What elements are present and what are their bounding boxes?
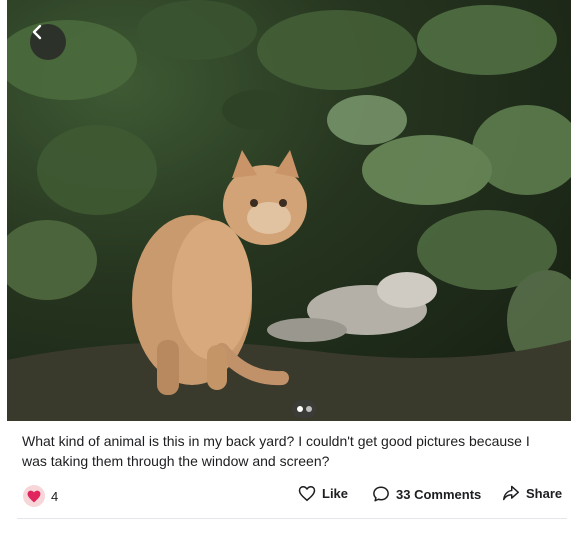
post-actions-bar: 4 Like 33 Comments Share	[0, 482, 571, 512]
post-card: What kind of animal is this in my back y…	[0, 0, 571, 533]
divider	[17, 518, 567, 519]
chevron-left-icon	[32, 24, 42, 40]
pager-dot[interactable]	[305, 406, 312, 412]
reactions-summary[interactable]: 4	[23, 485, 58, 507]
heart-outline-icon	[298, 485, 316, 502]
post-caption: What kind of animal is this in my back y…	[22, 433, 530, 469]
comment-icon	[373, 486, 389, 502]
post-photo[interactable]	[7, 0, 571, 421]
photo-pager[interactable]	[292, 400, 316, 418]
comments-button[interactable]: 33 Comments	[372, 485, 481, 503]
cat-photo-illustration	[7, 0, 571, 421]
share-label: Share	[526, 485, 563, 501]
back-button[interactable]	[30, 24, 66, 60]
share-button[interactable]: Share	[502, 485, 562, 501]
reaction-count: 4	[51, 488, 59, 504]
comments-label: 33 Comments	[396, 486, 482, 502]
like-label: Like	[322, 486, 349, 501]
pager-dot-active[interactable]	[296, 406, 303, 412]
like-button[interactable]: Like	[298, 485, 348, 502]
share-arrow-icon	[502, 485, 519, 501]
heart-icon	[23, 485, 45, 507]
